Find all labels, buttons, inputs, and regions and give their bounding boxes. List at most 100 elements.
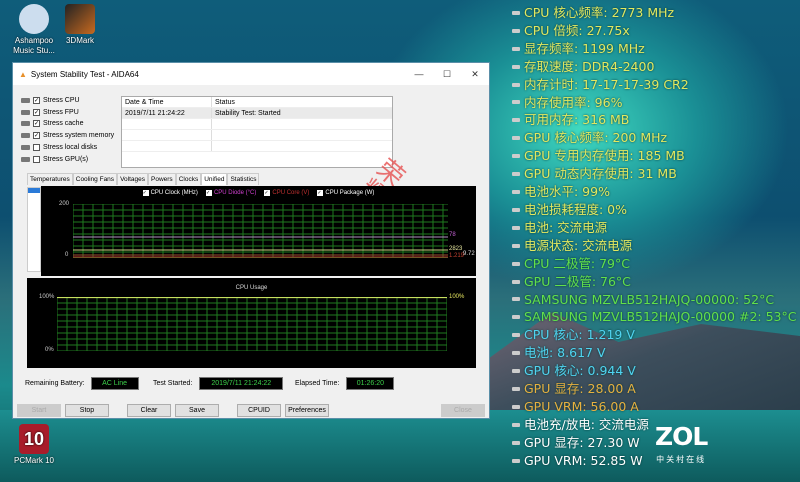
tab-cooling-fans[interactable]: Cooling Fans [72,173,118,185]
sensor-text: CPU 核心频率: 2773 MHz [524,5,675,20]
elapsed-label: Elapsed Time: [295,380,340,387]
maximize-button[interactable]: ☐ [433,69,461,80]
y-min-label: 0 [65,252,69,258]
battery-info: Remaining Battery: AC Line [25,377,139,390]
start-button[interactable]: Start [17,404,61,417]
chart-scrollbar[interactable] [27,187,41,272]
sensor-text: GPU 核心: 0.944 V [524,363,636,379]
sensor-icon [512,64,520,69]
checkbox[interactable]: ✓ [33,132,40,140]
close-window-button[interactable]: ✕ [461,69,489,80]
core-value: 1.219 [449,253,465,259]
clear-button[interactable]: Clear [127,404,171,417]
sensor-text: 电池充/放电: 交流电源 [524,416,649,432]
legend-checkbox[interactable]: ✓ [142,190,149,196]
save-button[interactable]: Save [175,404,219,417]
stop-button[interactable]: Stop [65,404,109,417]
sensor-text: 显存频率: 1199 MHz [524,40,645,56]
elapsed-info: Elapsed Time: 01:26:20 [295,377,395,390]
battery-label: Remaining Battery: [25,380,85,387]
sensor-icon [512,243,520,248]
tab-statistics[interactable]: Statistics [227,173,260,185]
stress-label: Stress GPU(s) [43,155,89,163]
sensor-icon [512,100,520,105]
log-status: Stability Test: Started [215,109,281,117]
sensor-text: 电源状态: 交流电源 [524,237,633,253]
sensor-icon [512,225,520,230]
legend-item[interactable]: ✓ CPU Clock (MHz) [142,190,198,196]
unified-grid [73,204,448,258]
sensor-text: GPU VRM: 52.85 W [524,452,643,468]
started-info: Test Started: 2019/7/11 21:24:22 [153,377,284,390]
stress-label: Stress local disks [43,143,98,151]
title-bar[interactable]: ▲ System Stability Test - AIDA64 — ☐ ✕ [13,63,489,85]
cpu-usage-chart: CPU Usage 100% 0% 100% [27,278,476,368]
minimize-button[interactable]: — [405,69,433,80]
diode-value: 78 [449,232,456,238]
close-button[interactable]: Close [441,404,485,417]
cpuid-button[interactable]: CPUID [237,404,281,417]
sensor-text: 电池水平: 99% [524,184,610,200]
legend-item[interactable]: ✓ CPU Package (W) [317,190,374,196]
legend-checkbox[interactable]: ✓ [317,190,324,196]
desktop-icon-pcmark[interactable]: 10 PCMark 10 [4,424,64,466]
ashampoo-icon [19,4,49,34]
sensor-text: CPU 倍频: 27.75x [524,22,630,38]
device-icon [21,109,30,115]
stress-option[interactable]: ✓ Stress system memory [21,130,114,141]
legend-item[interactable]: ✓ CPU Diode (°C) [205,190,256,196]
stress-label: Stress system memory [43,132,115,140]
sensor-text: GPU 显存: 27.30 W [524,434,640,450]
sensor-line: SAMSUNG MZVLB512HAJQ-00000 #2: 53°C [512,308,796,326]
stress-option[interactable]: ✓ Stress CPU [21,95,80,106]
sensor-line: 显存频率: 1199 MHz [512,40,796,58]
sensor-icon [512,136,520,141]
tab-voltages[interactable]: Voltages [117,173,148,185]
sensor-icon [512,82,520,87]
sensor-icon [512,458,520,463]
sensor-line: CPU 核心频率: 2773 MHz [512,4,796,22]
stress-option[interactable]: Stress GPU(s) [21,154,88,165]
col-status: Status [215,98,235,106]
sensor-icon [512,297,520,302]
sensor-icon [512,172,520,177]
device-icon [21,133,30,139]
stress-option[interactable]: ✓ Stress cache [21,118,83,129]
sensor-line: 电池损耗程度: 0% [512,201,796,219]
checkbox[interactable]: ✓ [33,120,40,128]
zol-watermark: ZOL 中关村在线 [655,422,708,467]
stress-label: Stress cache [43,120,84,128]
legend-checkbox[interactable]: ✓ [205,190,212,196]
unified-chart: ✓ CPU Clock (MHz) ✓ CPU Diode (°C) ✓ CPU Core… [41,186,476,276]
sensor-icon [512,154,520,159]
tab-powers[interactable]: Powers [148,173,176,185]
sensor-text: 内存计时: 17-17-17-39 CR2 [524,76,689,92]
checkbox[interactable]: ✓ [33,97,40,104]
checkbox[interactable]: ✓ [33,108,40,116]
app-flame-icon: ▲ [19,69,27,79]
stress-option[interactable]: ✓ Stress FPU [21,107,79,118]
preferences-button[interactable]: Preferences [285,404,329,417]
sensor-icon [512,28,520,33]
stress-option[interactable]: Stress local disks [21,142,97,153]
checkbox[interactable] [33,143,40,151]
tab-temperatures[interactable]: Temperatures [27,173,73,185]
desktop-icon-3dmark[interactable]: 3DMark [50,4,110,46]
zol-logo: ZOL [655,422,708,451]
cpu-usage-value: 100% [449,294,465,300]
sensor-line: 内存使用率: 96% [512,94,796,112]
log-row[interactable]: 2019/7/11 21:24:22 Stability Test: Starte… [122,108,392,119]
legend-checkbox[interactable]: ✓ [264,190,271,196]
sensor-text: 电池损耗程度: 0% [524,201,628,217]
checkbox[interactable] [33,155,40,163]
sensor-text: GPU VRM: 56.00 A [524,398,639,414]
y-min-label: 0% [45,347,54,353]
device-icon [21,121,30,127]
sensor-line: GPU 二极管: 76°C [512,273,796,291]
tab-clocks[interactable]: Clocks [175,173,202,185]
pcmark-icon: 10 [19,424,49,454]
legend-item[interactable]: ✓ CPU Core (V) [264,190,309,196]
sensor-icon [512,386,520,391]
sensor-icon [512,118,520,123]
tab-unified[interactable]: Unified [201,173,228,185]
